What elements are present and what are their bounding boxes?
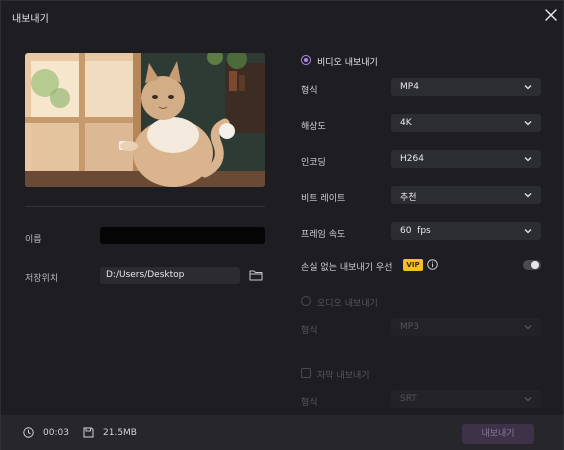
name-label: 이름 — [25, 235, 42, 245]
frame-rate-value: 60 fps — [400, 226, 431, 236]
resolution-select[interactable]: 4K — [391, 114, 541, 132]
file-size-text: 21.5MB — [103, 428, 137, 438]
lossless-export-toggle[interactable] — [523, 260, 541, 270]
close-icon[interactable] — [544, 8, 558, 22]
frame-rate-label: 프레임 속도 — [301, 230, 346, 240]
info-icon[interactable] — [427, 259, 438, 270]
bitrate-select[interactable]: 추천 — [391, 186, 541, 204]
audio-format-value: MP3 — [400, 322, 419, 332]
video-export-label: 비디오 내보내기 — [317, 58, 378, 68]
encoding-select[interactable]: H264 — [391, 150, 541, 168]
video-export-radio[interactable] — [301, 55, 311, 65]
audio-format-select[interactable]: MP3 — [391, 318, 541, 336]
export-dialog: 내보내기 이름 저장위치 D:/Users/Desktop 비디오 내보내기 형… — [0, 0, 564, 450]
save-location-field[interactable]: D:/Users/Desktop — [100, 267, 240, 284]
subtitle-format-value: SRT — [400, 394, 417, 404]
title-bar: 내보내기 — [1, 1, 563, 31]
audio-export-radio[interactable] — [301, 296, 311, 306]
format-label: 형식 — [301, 86, 318, 96]
encoding-label: 인코딩 — [301, 158, 326, 168]
bitrate-label: 비트 레이트 — [301, 194, 346, 204]
chevron-down-icon — [524, 157, 532, 162]
subtitle-export-label: 자막 내보내기 — [317, 371, 370, 381]
audio-format-label: 형식 — [301, 326, 318, 336]
frame-rate-select[interactable]: 60 fps — [391, 222, 541, 240]
chevron-down-icon — [524, 397, 532, 402]
lossless-export-label: 손실 없는 내보내기 우선 — [301, 263, 393, 273]
subtitle-format-select[interactable]: SRT — [391, 390, 541, 408]
format-value: MP4 — [400, 82, 419, 92]
bitrate-value: 추천 — [400, 193, 417, 203]
resolution-label: 해상도 — [301, 122, 326, 132]
save-location-label: 저장위치 — [25, 274, 59, 284]
chevron-down-icon — [524, 229, 532, 234]
chevron-down-icon — [524, 325, 532, 330]
clock-icon — [23, 427, 34, 438]
left-divider — [25, 206, 265, 207]
vip-badge: VIP — [403, 259, 423, 271]
dialog-title: 내보내기 — [12, 14, 49, 25]
format-select[interactable]: MP4 — [391, 78, 541, 96]
subtitle-format-label: 형식 — [301, 398, 318, 408]
encoding-value: H264 — [400, 154, 424, 164]
save-disk-icon — [83, 427, 94, 438]
export-button[interactable]: 내보내기 — [462, 424, 534, 444]
video-preview-thumbnail — [25, 53, 265, 187]
audio-export-label: 오디오 내보내기 — [317, 299, 378, 309]
subtitle-export-checkbox[interactable] — [301, 368, 311, 378]
chevron-down-icon — [524, 121, 532, 126]
duration-text: 00:03 — [43, 428, 69, 438]
chevron-down-icon — [524, 85, 532, 90]
chevron-down-icon — [524, 193, 532, 198]
file-name-input[interactable] — [100, 227, 265, 244]
resolution-value: 4K — [400, 118, 412, 128]
folder-icon[interactable] — [249, 269, 263, 281]
